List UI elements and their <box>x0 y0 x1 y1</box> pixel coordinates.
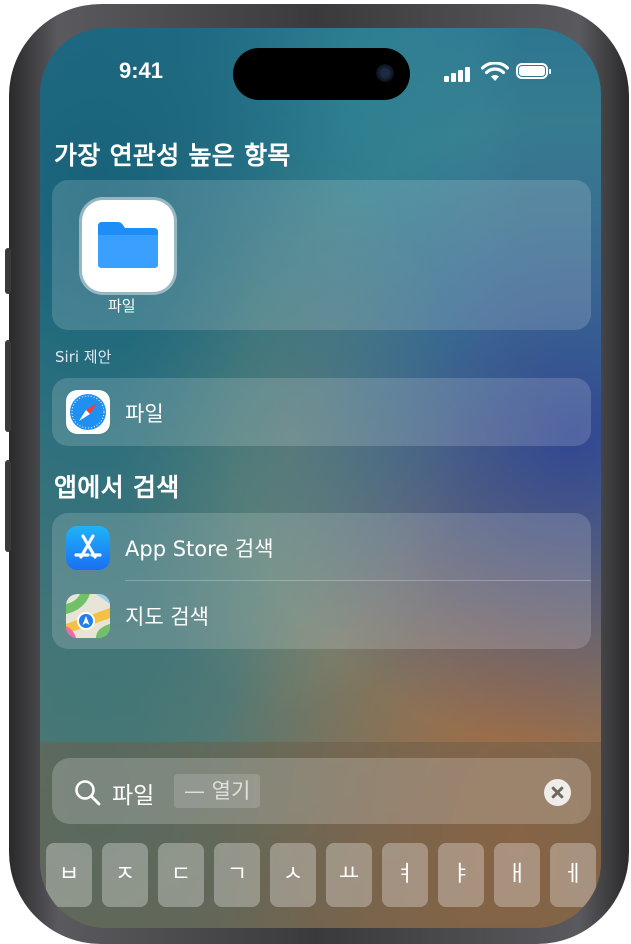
maps-search-row[interactable]: 지도 검색 <box>52 581 591 647</box>
files-app-label: 파일 <box>108 297 136 315</box>
files-app-icon[interactable] <box>82 200 174 292</box>
keyboard-key[interactable]: ㅅ <box>270 843 316 907</box>
keyboard-key[interactable]: ㄷ <box>158 843 204 907</box>
maps-icon <box>66 594 110 638</box>
clear-icon[interactable] <box>544 779 571 806</box>
search-icon <box>75 780 101 806</box>
wifi-icon <box>481 62 509 81</box>
siri-suggestion-label: 파일 <box>125 402 164 426</box>
maps-search-label: 지도 검색 <box>125 605 209 629</box>
dynamic-island <box>233 48 410 100</box>
search-in-apps-card: App Store 검색 지도 검색 <box>52 513 591 649</box>
search-autocomplete-suggestion: — 열기 <box>174 774 261 808</box>
keyboard-key[interactable]: ㅐ <box>494 843 540 907</box>
search-field[interactable]: 파일 — 열기 <box>52 758 591 824</box>
keyboard-key[interactable]: ㅛ <box>326 843 372 907</box>
keyboard-row: ㅂ ㅈ ㄷ ㄱ ㅅ ㅛ ㅕ ㅑ ㅐ ㅔ <box>46 843 601 913</box>
top-hit-heading: 가장 연관성 높은 항목 <box>54 141 291 170</box>
siri-suggestion-row[interactable]: 파일 <box>52 378 591 444</box>
siri-suggestions-heading: Siri 제안 <box>55 348 112 366</box>
safari-icon <box>66 390 110 434</box>
app-store-icon <box>66 526 110 570</box>
camera-icon <box>376 64 394 82</box>
screen: 9:41 가장 연관성 높은 항목 파일 Siri 제안 파일 앱에서 검색 A… <box>40 28 601 928</box>
keyboard-key[interactable]: ㄱ <box>214 843 260 907</box>
battery-icon <box>516 63 551 79</box>
volume-up-button <box>5 340 11 432</box>
app-store-search-label: App Store 검색 <box>125 537 274 561</box>
keyboard-key[interactable]: ㅔ <box>550 843 596 907</box>
top-hit-card[interactable]: 파일 <box>52 180 591 330</box>
keyboard-key[interactable]: ㅂ <box>46 843 92 907</box>
app-store-search-row[interactable]: App Store 검색 <box>52 513 591 579</box>
status-time: 9:41 <box>119 58 164 83</box>
status-bar: 9:41 <box>40 28 601 118</box>
siri-suggestion-card[interactable]: 파일 <box>52 378 591 446</box>
keyboard-key[interactable]: ㅈ <box>102 843 148 907</box>
folder-icon <box>98 222 158 268</box>
cellular-signal-icon <box>444 66 476 82</box>
search-query[interactable]: 파일 <box>112 776 154 810</box>
search-in-apps-heading: 앱에서 검색 <box>54 473 180 502</box>
volume-down-button <box>5 460 11 552</box>
keyboard-key[interactable]: ㅑ <box>438 843 484 907</box>
keyboard-key[interactable]: ㅕ <box>382 843 428 907</box>
action-button <box>5 248 11 294</box>
